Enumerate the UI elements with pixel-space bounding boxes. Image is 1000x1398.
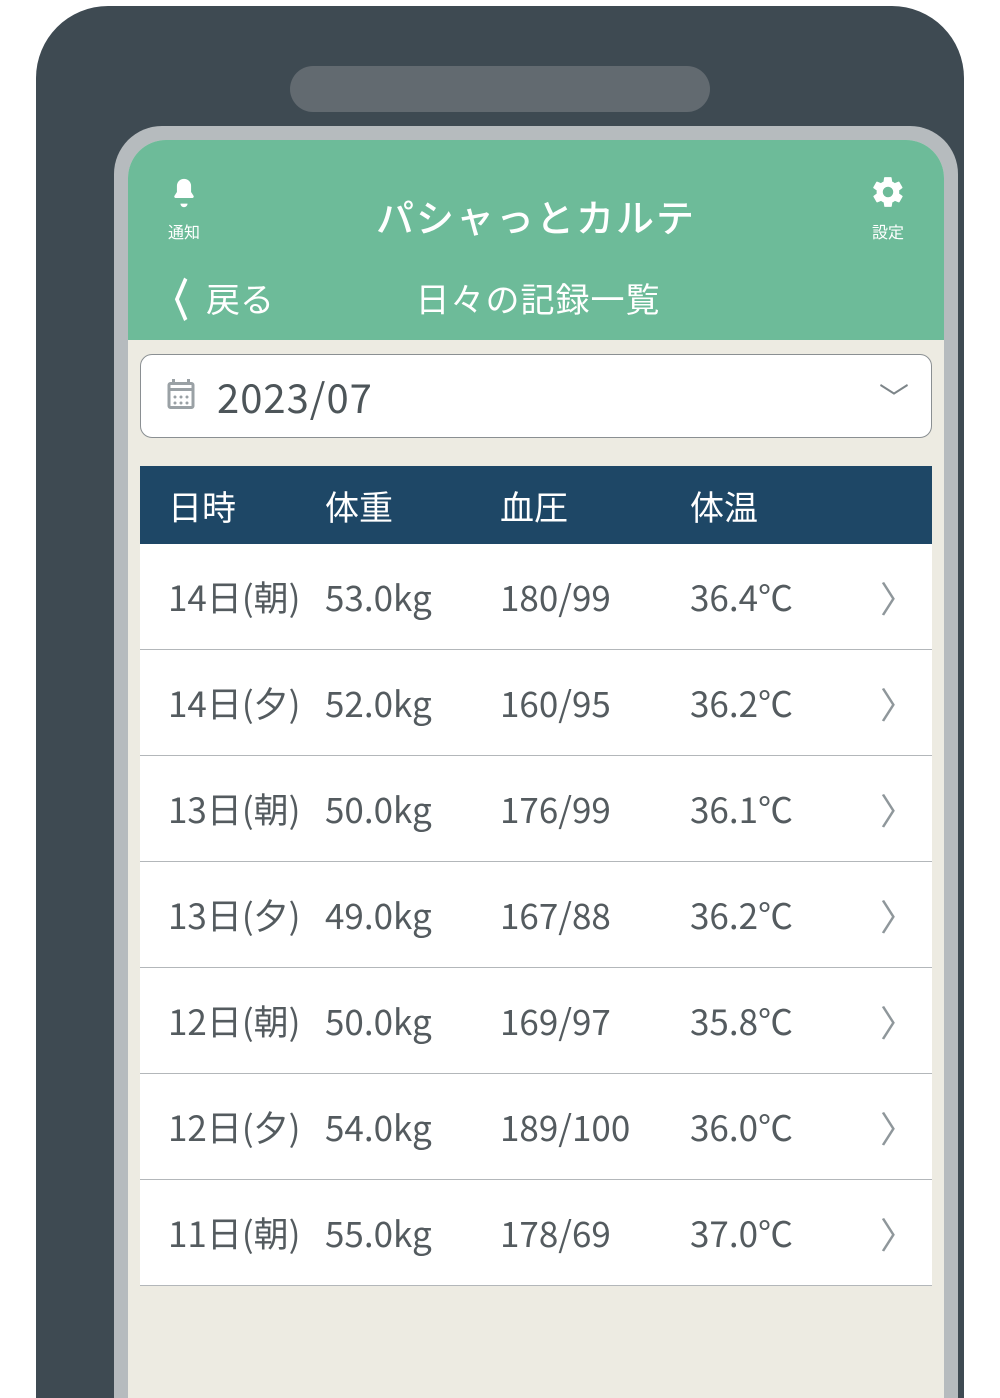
cell-weight: 53.0kg bbox=[325, 571, 500, 622]
cell-temp: 35.8℃ bbox=[690, 995, 850, 1046]
cell-bp: 176/99 bbox=[500, 783, 690, 834]
cell-temp: 36.2℃ bbox=[690, 677, 850, 728]
cell-weight: 50.0kg bbox=[325, 783, 500, 834]
records-table: 日時 体重 血圧 体温 14日(朝)53.0kg180/9936.4℃〉14日(… bbox=[140, 466, 932, 1286]
chevron-right-icon: 〉 bbox=[850, 571, 932, 623]
notify-label: 通知 bbox=[168, 219, 200, 243]
cell-date: 14日(朝) bbox=[140, 571, 325, 622]
table-body: 14日(朝)53.0kg180/9936.4℃〉14日(夕)52.0kg160/… bbox=[140, 544, 932, 1286]
cell-temp: 37.0℃ bbox=[690, 1207, 850, 1258]
col-date: 日時 bbox=[140, 481, 325, 530]
table-row[interactable]: 13日(夕)49.0kg167/8836.2℃〉 bbox=[140, 862, 932, 968]
table-row[interactable]: 12日(夕)54.0kg189/10036.0℃〉 bbox=[140, 1074, 932, 1180]
cell-date: 13日(朝) bbox=[140, 783, 325, 834]
date-picker[interactable]: 2023/07 ﹀ bbox=[140, 354, 932, 438]
cell-bp: 180/99 bbox=[500, 571, 690, 622]
cell-bp: 167/88 bbox=[500, 889, 690, 940]
table-row[interactable]: 14日(夕)52.0kg160/9536.2℃〉 bbox=[140, 650, 932, 756]
table-row[interactable]: 13日(朝)50.0kg176/9936.1℃〉 bbox=[140, 756, 932, 862]
cell-date: 11日(朝) bbox=[140, 1207, 325, 1258]
phone-notch bbox=[290, 66, 710, 112]
cell-date: 13日(夕) bbox=[140, 889, 325, 940]
settings-button[interactable]: 設定 bbox=[854, 174, 922, 243]
col-weight: 体重 bbox=[325, 481, 500, 530]
chevron-right-icon: 〉 bbox=[850, 677, 932, 729]
table-row[interactable]: 14日(朝)53.0kg180/9936.4℃〉 bbox=[140, 544, 932, 650]
phone-inner-frame: 通知 パシャっとカルテ 設定 bbox=[114, 126, 958, 1398]
calendar-icon bbox=[163, 376, 199, 417]
stage: 通知 パシャっとカルテ 設定 bbox=[0, 0, 1000, 1398]
cell-temp: 36.4℃ bbox=[690, 571, 850, 622]
cell-bp: 178/69 bbox=[500, 1207, 690, 1258]
cell-bp: 169/97 bbox=[500, 995, 690, 1046]
settings-label: 設定 bbox=[872, 219, 904, 243]
cell-weight: 50.0kg bbox=[325, 995, 500, 1046]
chevron-left-icon: 〈 bbox=[157, 275, 189, 321]
date-value: 2023/07 bbox=[217, 367, 861, 425]
cell-weight: 52.0kg bbox=[325, 677, 500, 728]
screen: 通知 パシャっとカルテ 設定 bbox=[128, 140, 944, 1398]
cell-temp: 36.0℃ bbox=[690, 1101, 850, 1152]
phone-frame: 通知 パシャっとカルテ 設定 bbox=[36, 6, 964, 1398]
cell-date: 12日(夕) bbox=[140, 1101, 325, 1152]
gear-icon bbox=[870, 174, 906, 215]
chevron-right-icon: 〉 bbox=[850, 1207, 932, 1259]
chevron-right-icon: 〉 bbox=[850, 783, 932, 835]
table-header: 日時 体重 血圧 体温 bbox=[140, 466, 932, 544]
notify-button[interactable]: 通知 bbox=[150, 176, 218, 243]
cell-temp: 36.2℃ bbox=[690, 889, 850, 940]
header: 通知 パシャっとカルテ 設定 bbox=[128, 140, 944, 340]
chevron-right-icon: 〉 bbox=[850, 889, 932, 941]
cell-bp: 189/100 bbox=[500, 1101, 690, 1152]
header-row2: 〈 戻る 日々の記録一覧 bbox=[150, 273, 922, 322]
app-title-wrap: パシャっとカルテ bbox=[218, 188, 854, 243]
chevron-down-icon: ﹀ bbox=[879, 374, 909, 418]
cell-weight: 49.0kg bbox=[325, 889, 500, 940]
bell-icon bbox=[167, 176, 201, 215]
chevron-right-icon: 〉 bbox=[850, 995, 932, 1047]
app-title: パシャっとカルテ bbox=[218, 188, 854, 243]
table-row[interactable]: 11日(朝)55.0kg178/6937.0℃〉 bbox=[140, 1180, 932, 1286]
cell-temp: 36.1℃ bbox=[690, 783, 850, 834]
date-picker-area: 2023/07 ﹀ bbox=[128, 340, 944, 448]
header-top: 通知 パシャっとカルテ 設定 bbox=[150, 174, 922, 243]
cell-date: 12日(朝) bbox=[140, 995, 325, 1046]
col-bp: 血圧 bbox=[500, 481, 690, 530]
table-row[interactable]: 12日(朝)50.0kg169/9735.8℃〉 bbox=[140, 968, 932, 1074]
page-subtitle: 日々の記録一覧 bbox=[154, 273, 922, 322]
cell-date: 14日(夕) bbox=[140, 677, 325, 728]
cell-weight: 55.0kg bbox=[325, 1207, 500, 1258]
col-temp: 体温 bbox=[690, 481, 850, 530]
cell-bp: 160/95 bbox=[500, 677, 690, 728]
chevron-right-icon: 〉 bbox=[850, 1101, 932, 1153]
cell-weight: 54.0kg bbox=[325, 1101, 500, 1152]
